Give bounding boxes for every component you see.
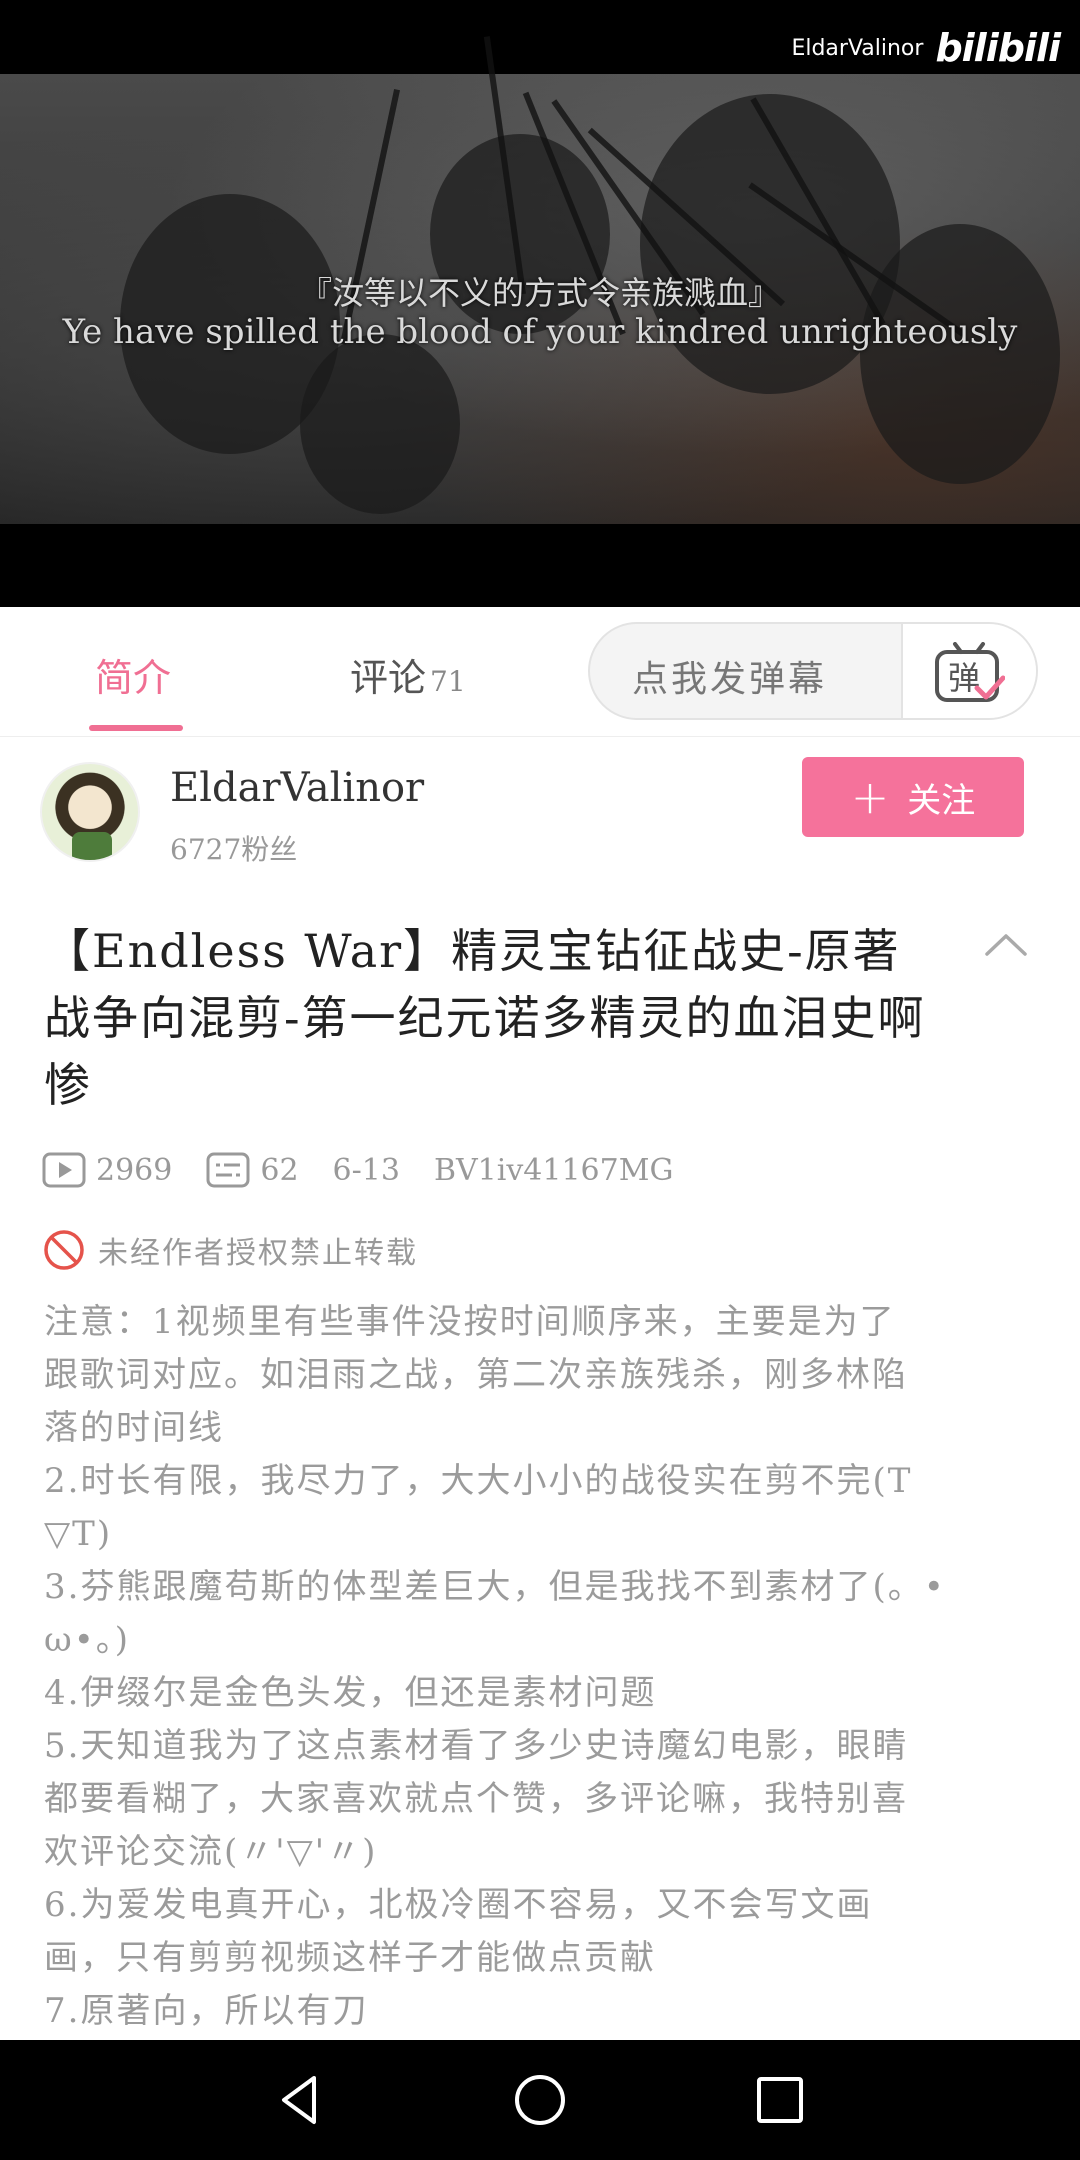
description-line: 2.时长有限，我尽力了，大大小小的战役实在剪不完(T	[44, 1461, 913, 1501]
danmaku-toggle-button[interactable]: 弹	[901, 624, 1036, 718]
bvid: BV1iv41167MG	[433, 1152, 674, 1188]
description-line: 注意：1视频里有些事件没按时间顺序来，主要是为了	[44, 1302, 896, 1342]
chevron-up-icon[interactable]	[984, 930, 1028, 958]
uploader-fans: 6727粉丝	[170, 833, 298, 866]
publish-date: 6-13	[332, 1152, 400, 1188]
description-line: 跟歌词对应。如泪雨之战，第二次亲族残杀，刚多林陷	[44, 1355, 908, 1395]
bilibili-watermark: EldarValinor bilibili	[791, 26, 1061, 70]
follow-label: 关注	[907, 780, 976, 821]
uploader-name[interactable]: EldarValinor	[170, 765, 424, 811]
avatar[interactable]	[40, 762, 140, 862]
description-line: 3.芬熊跟魔苟斯的体型差巨大，但是我找不到素材了(。•	[44, 1567, 946, 1607]
active-tab-indicator	[89, 725, 183, 731]
danmaku-count: 62	[260, 1152, 299, 1188]
watermark-user: EldarValinor	[791, 35, 924, 61]
video-player[interactable]: EldarValinor bilibili 『汝等以不义的方式令亲族溅血』 Ye…	[0, 0, 1080, 607]
description-line: ω•。)	[44, 1620, 131, 1660]
danmaku-count-icon	[206, 1152, 250, 1188]
danmaku-input[interactable]: 点我发弹幕 弹	[588, 622, 1038, 720]
detail-tabs: 简介 评论 71 点我发弹幕 弹	[0, 607, 1080, 737]
comments-count: 71	[430, 665, 466, 698]
danmaku-placeholder: 点我发弹幕	[632, 659, 828, 700]
back-icon[interactable]	[270, 2070, 330, 2130]
description-line: 落的时间线	[44, 1408, 224, 1448]
description-line: 7.原著向，所以有刀	[44, 1991, 369, 2031]
bilibili-logo: bilibili	[935, 26, 1061, 70]
danmaku-icon-glyph: 弹	[948, 659, 980, 697]
description-line: 画，只有剪剪视频这样子才能做点贡献	[44, 1938, 656, 1978]
play-count-icon	[42, 1152, 86, 1188]
follow-button[interactable]: + 关注	[802, 757, 1024, 837]
description-line: ▽T)	[44, 1514, 113, 1554]
tab-intro[interactable]: 简介	[95, 647, 171, 702]
danmaku-toggle-icon: 弹	[935, 642, 1005, 702]
description-line: 6.为爱发电真开心，北极冷圈不容易，又不会写文画	[44, 1885, 873, 1925]
subtitle-english: Ye have spilled the blood of your kindre…	[62, 312, 1018, 352]
description-line: 5.天知道我为了这点素材看了多少史诗魔幻电影，眼睛	[44, 1726, 909, 1766]
video-stats: 2969 62 6-13 BV1iv41167MG	[42, 1148, 707, 1192]
forbid-icon	[44, 1230, 84, 1270]
description-line: 4.伊缀尔是金色头发，但还是素材问题	[44, 1673, 657, 1713]
recent-apps-icon[interactable]	[750, 2070, 810, 2130]
subtitle-chinese: 『汝等以不义的方式令亲族溅血』	[299, 274, 780, 312]
copyright-text: 未经作者授权禁止转载	[98, 1236, 418, 1271]
system-navigation-bar	[0, 2040, 1080, 2160]
view-count: 2969	[96, 1152, 173, 1188]
video-description: 注意：1视频里有些事件没按时间顺序来，主要是为了 跟歌词对应。如泪雨之战，第二次…	[44, 1296, 1034, 2038]
tab-comments-label: 评论	[350, 656, 427, 700]
description-line: 欢评论交流(〃'▽'〃)	[44, 1832, 378, 1872]
video-title: 【Endless War】精灵宝钻征战史-原著战争向混剪-第一纪元诺多精灵的血泪…	[44, 924, 926, 1112]
copyright-notice: 未经作者授权禁止转载	[42, 1228, 418, 1272]
tab-intro-label: 简介	[95, 656, 172, 700]
home-icon[interactable]	[510, 2070, 570, 2130]
plus-icon: +	[850, 770, 890, 824]
description-line: 都要看糊了，大家喜欢就点个赞，多评论嘛，我特别喜	[44, 1779, 908, 1819]
tab-comments[interactable]: 评论 71	[350, 647, 466, 702]
